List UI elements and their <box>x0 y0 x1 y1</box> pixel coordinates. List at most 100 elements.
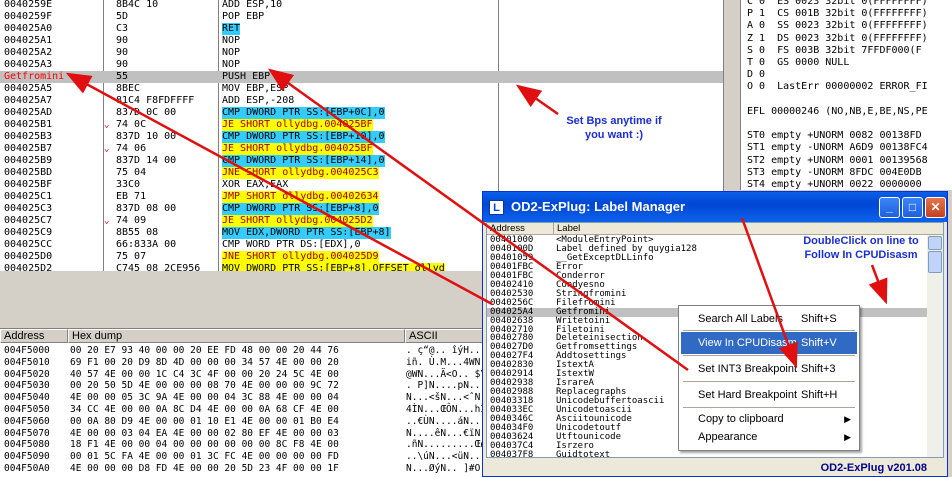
list-item[interactable]: 004037F8 Guidtotext <box>487 450 935 457</box>
disasm-row[interactable]: 004025A1 90 NOP <box>0 35 723 47</box>
disasm-instruction: RET <box>222 23 241 35</box>
disasm-instruction: CMP DWORD PTR SS:[EBP+0C],0 <box>222 107 385 119</box>
dump-ascii[interactable]: 4ÌN...ŒÔN...hÏN. <box>406 404 484 416</box>
list-scrollbar[interactable] <box>927 235 943 457</box>
register-line[interactable]: ST2 empty +UNORM 0001 00139568 <box>747 155 928 167</box>
register-line[interactable]: P 1 CS 001B 32bit 0(FFFFFFFF) <box>747 8 928 20</box>
dump-header-hex[interactable]: Hex dump <box>68 329 405 343</box>
register-line[interactable]: ST1 empty -UNORM A6D9 00138FC4 <box>747 142 928 154</box>
disasm-instruction: POP EBP <box>222 11 265 22</box>
disasm-row[interactable]: 004025A3 90 NOP <box>0 59 723 71</box>
hex-dump-pane[interactable]: Address Hex dump ASCII 004F5000 00 20 E7 … <box>0 328 484 477</box>
dump-ascii[interactable]: . P]N....pN....r <box>406 380 484 392</box>
register-line[interactable]: EFL 00000246 (NO,NB,E,BE,NS,PE <box>747 106 928 118</box>
dump-address[interactable]: 004F5080 <box>4 439 50 451</box>
disasm-row[interactable]: 004025A7 81C4 F8FDFFFF ADD ESP,-208 <box>0 95 723 107</box>
dump-address[interactable]: 004F50A0 <box>4 463 50 475</box>
maximize-button[interactable]: □ <box>902 197 923 218</box>
dump-address[interactable]: 004F5050 <box>4 404 50 416</box>
menu-item[interactable]: Search All Labels Shift+S <box>681 308 857 330</box>
menu-item[interactable]: Set Hard Breakpoint Shift+H <box>681 384 857 406</box>
disasm-row[interactable]: 004025A2 90 NOP <box>0 47 723 59</box>
disasm-hex: 74 0C <box>116 119 147 130</box>
dump-hex[interactable]: 00 20 E7 93 40 00 00 20 EE FD 48 00 00 2… <box>70 345 339 357</box>
dump-ascii[interactable]: @WN...Ä<O.. $\N. <box>406 369 484 381</box>
dump-hex[interactable]: 69 F1 00 20 D9 8D 4D 00 00 00 34 57 4E 0… <box>70 357 339 369</box>
register-line[interactable]: ST0 empty +UNORM 0082 00138FD <box>747 130 922 142</box>
scroll-up-button[interactable] <box>928 236 942 250</box>
menu-item[interactable]: View In CPUDisasm Shift+V <box>681 332 857 354</box>
list-item[interactable]: 00401FBC Conderror <box>487 271 935 281</box>
disasm-row[interactable]: 004025A0 C3 RET <box>0 23 723 35</box>
disasm-row[interactable]: 004025BD 75 04 JNE SHORT ollydbg.004025C3 <box>0 167 723 179</box>
minimize-button[interactable]: _ <box>879 197 900 218</box>
dump-address[interactable]: 004F5000 <box>4 345 50 357</box>
disasm-row[interactable]: 004025A5 8BEC MOV EBP,ESP <box>0 83 723 95</box>
dump-header-address[interactable]: Address <box>0 329 68 343</box>
disasm-hex: EB 71 <box>116 191 147 202</box>
register-line[interactable]: A 0 SS 0023 32bit 0(FFFFFFFF) <box>747 20 928 32</box>
register-line[interactable]: C 0 ES 0023 32bit 0(FFFFFFFF) <box>747 0 928 8</box>
dump-header-ascii[interactable]: ASCII <box>405 329 484 343</box>
disasm-hex: 90 <box>116 35 129 46</box>
dump-hex[interactable]: 4E 00 00 03 04 EA 4E 00 00 02 80 EF 4E 0… <box>70 428 339 440</box>
disasm-instruction: JNE SHORT ollydbg.004025C3 <box>222 167 379 179</box>
dump-hex[interactable]: 4E 00 00 05 3C 9A 4E 00 00 04 3C 88 4E 0… <box>70 392 339 404</box>
scroll-thumb[interactable] <box>928 251 942 273</box>
disasm-row[interactable]: ⌄ 004025B7 74 06 JE SHORT ollydbg.004025BF <box>0 143 723 155</box>
disasm-address: 004025A5 <box>4 83 53 94</box>
dump-ascii[interactable]: N...ØýN.. ]#O... <box>406 463 484 475</box>
dump-ascii[interactable]: N...<šN...<ˆN... <box>406 392 484 404</box>
disasm-instruction: NOP <box>222 35 241 46</box>
dump-address[interactable]: 004F5060 <box>4 416 50 428</box>
disasm-row[interactable]: Getfromini 55 PUSH EBP <box>0 71 723 83</box>
menu-item[interactable]: Appearance ▶ <box>681 428 857 446</box>
dump-address[interactable]: 004F5020 <box>4 369 50 381</box>
dump-address[interactable]: 004F5070 <box>4 428 50 440</box>
register-line[interactable]: D 0 <box>747 69 765 81</box>
disasm-address: 004025D2 <box>4 263 53 271</box>
register-line[interactable]: T 0 GS 0000 NULL <box>747 57 849 69</box>
dump-address[interactable]: 004F5090 <box>4 451 50 463</box>
disasm-row[interactable]: 004025B9 837D 14 00 CMP DWORD PTR SS:[EBP+… <box>0 155 723 167</box>
close-button[interactable]: ✕ <box>925 197 946 218</box>
dump-ascii[interactable]: ..\úN...<üN.....ý <box>406 451 484 463</box>
disasm-hex: 837D 08 00 <box>116 203 177 214</box>
disasm-address: 004025C9 <box>4 227 53 238</box>
dump-address[interactable]: 004F5010 <box>4 357 50 369</box>
register-line[interactable]: Z 1 DS 0023 32bit 0(FFFFFFFF) <box>747 33 928 45</box>
disasm-row[interactable]: 004025BF 33C0 XOR EAX,EAX <box>0 179 723 191</box>
menu-item[interactable]: Set INT3 Breakpoint Shift+3 <box>681 358 857 380</box>
register-line[interactable]: ST3 empty -UNORM 8FDC 004E0DB <box>747 167 922 179</box>
list-item[interactable]: 00402530 Stringfromini <box>487 289 935 299</box>
dump-hex[interactable]: 00 0A 80 D9 4E 00 00 01 10 E1 4E 00 00 0… <box>70 416 339 428</box>
dump-ascii[interactable]: iñ. Ù.M...4WN.. <box>406 357 484 369</box>
dump-address[interactable]: 004F5040 <box>4 392 50 404</box>
register-line[interactable]: S 0 FS 003B 32bit 7FFDF000(F <box>747 45 922 57</box>
dump-hex[interactable]: 40 57 4E 00 00 1C C4 3C 4F 00 00 20 24 5… <box>70 369 339 381</box>
disasm-row[interactable]: 0040259E 8B4C 10 ADD ESP,10 <box>0 0 723 11</box>
dump-hex[interactable]: 34 CC 4E 00 00 0A 8C D4 4E 00 00 0A 68 C… <box>70 404 339 416</box>
dump-hex[interactable]: 4E 00 00 00 D8 FD 4E 00 00 20 5D 23 4F 0… <box>70 463 339 475</box>
dump-hex[interactable]: 00 20 50 5D 4E 00 00 00 08 70 4E 00 00 0… <box>70 380 339 392</box>
menu-item[interactable]: Copy to clipboard ▶ <box>681 410 857 428</box>
dump-hex[interactable]: 18 F1 4E 00 00 04 00 00 00 00 00 00 8C F… <box>70 439 339 451</box>
dump-ascii[interactable]: ..€ÙN....áN...°ä <box>406 416 484 428</box>
register-line[interactable]: ST4 empty +UNORM 0022 0000000 <box>747 179 922 190</box>
disasm-address: 004025B9 <box>4 155 53 166</box>
dump-hex[interactable]: 00 01 5C FA 4E 00 00 01 3C FC 4E 00 00 0… <box>70 451 339 463</box>
dump-address[interactable]: 004F5030 <box>4 380 50 392</box>
dump-ascii[interactable]: . ç“@.. îýH.. Dv <box>406 345 484 357</box>
list-header-address[interactable]: Address <box>487 223 554 235</box>
disasm-row[interactable]: 0040259F 5D POP EBP <box>0 11 723 23</box>
registers-pane[interactable]: C 0 ES 0023 32bit 0(FFFFFFFF) P 1 CS 001B… <box>740 0 952 190</box>
list-item[interactable]: 00401FBC Error <box>487 262 935 272</box>
dump-ascii[interactable]: .ñN.........ŒøN. <box>406 439 484 451</box>
disasm-hex: 90 <box>116 47 129 58</box>
list-item[interactable]: 00402410 Condyesno <box>487 280 935 290</box>
disasm-instruction: MOV EDX,DWORD PTR SS:[EBP+8] <box>222 227 391 239</box>
dump-ascii[interactable]: N....êN...€ïN... <box>406 428 484 440</box>
menu-item-shortcut: Shift+3 <box>801 363 836 375</box>
context-menu[interactable]: Search All Labels Shift+S View In CPUDisas… <box>678 305 860 451</box>
register-line[interactable]: O 0 LastErr 00000002 ERROR_FI <box>747 81 928 93</box>
